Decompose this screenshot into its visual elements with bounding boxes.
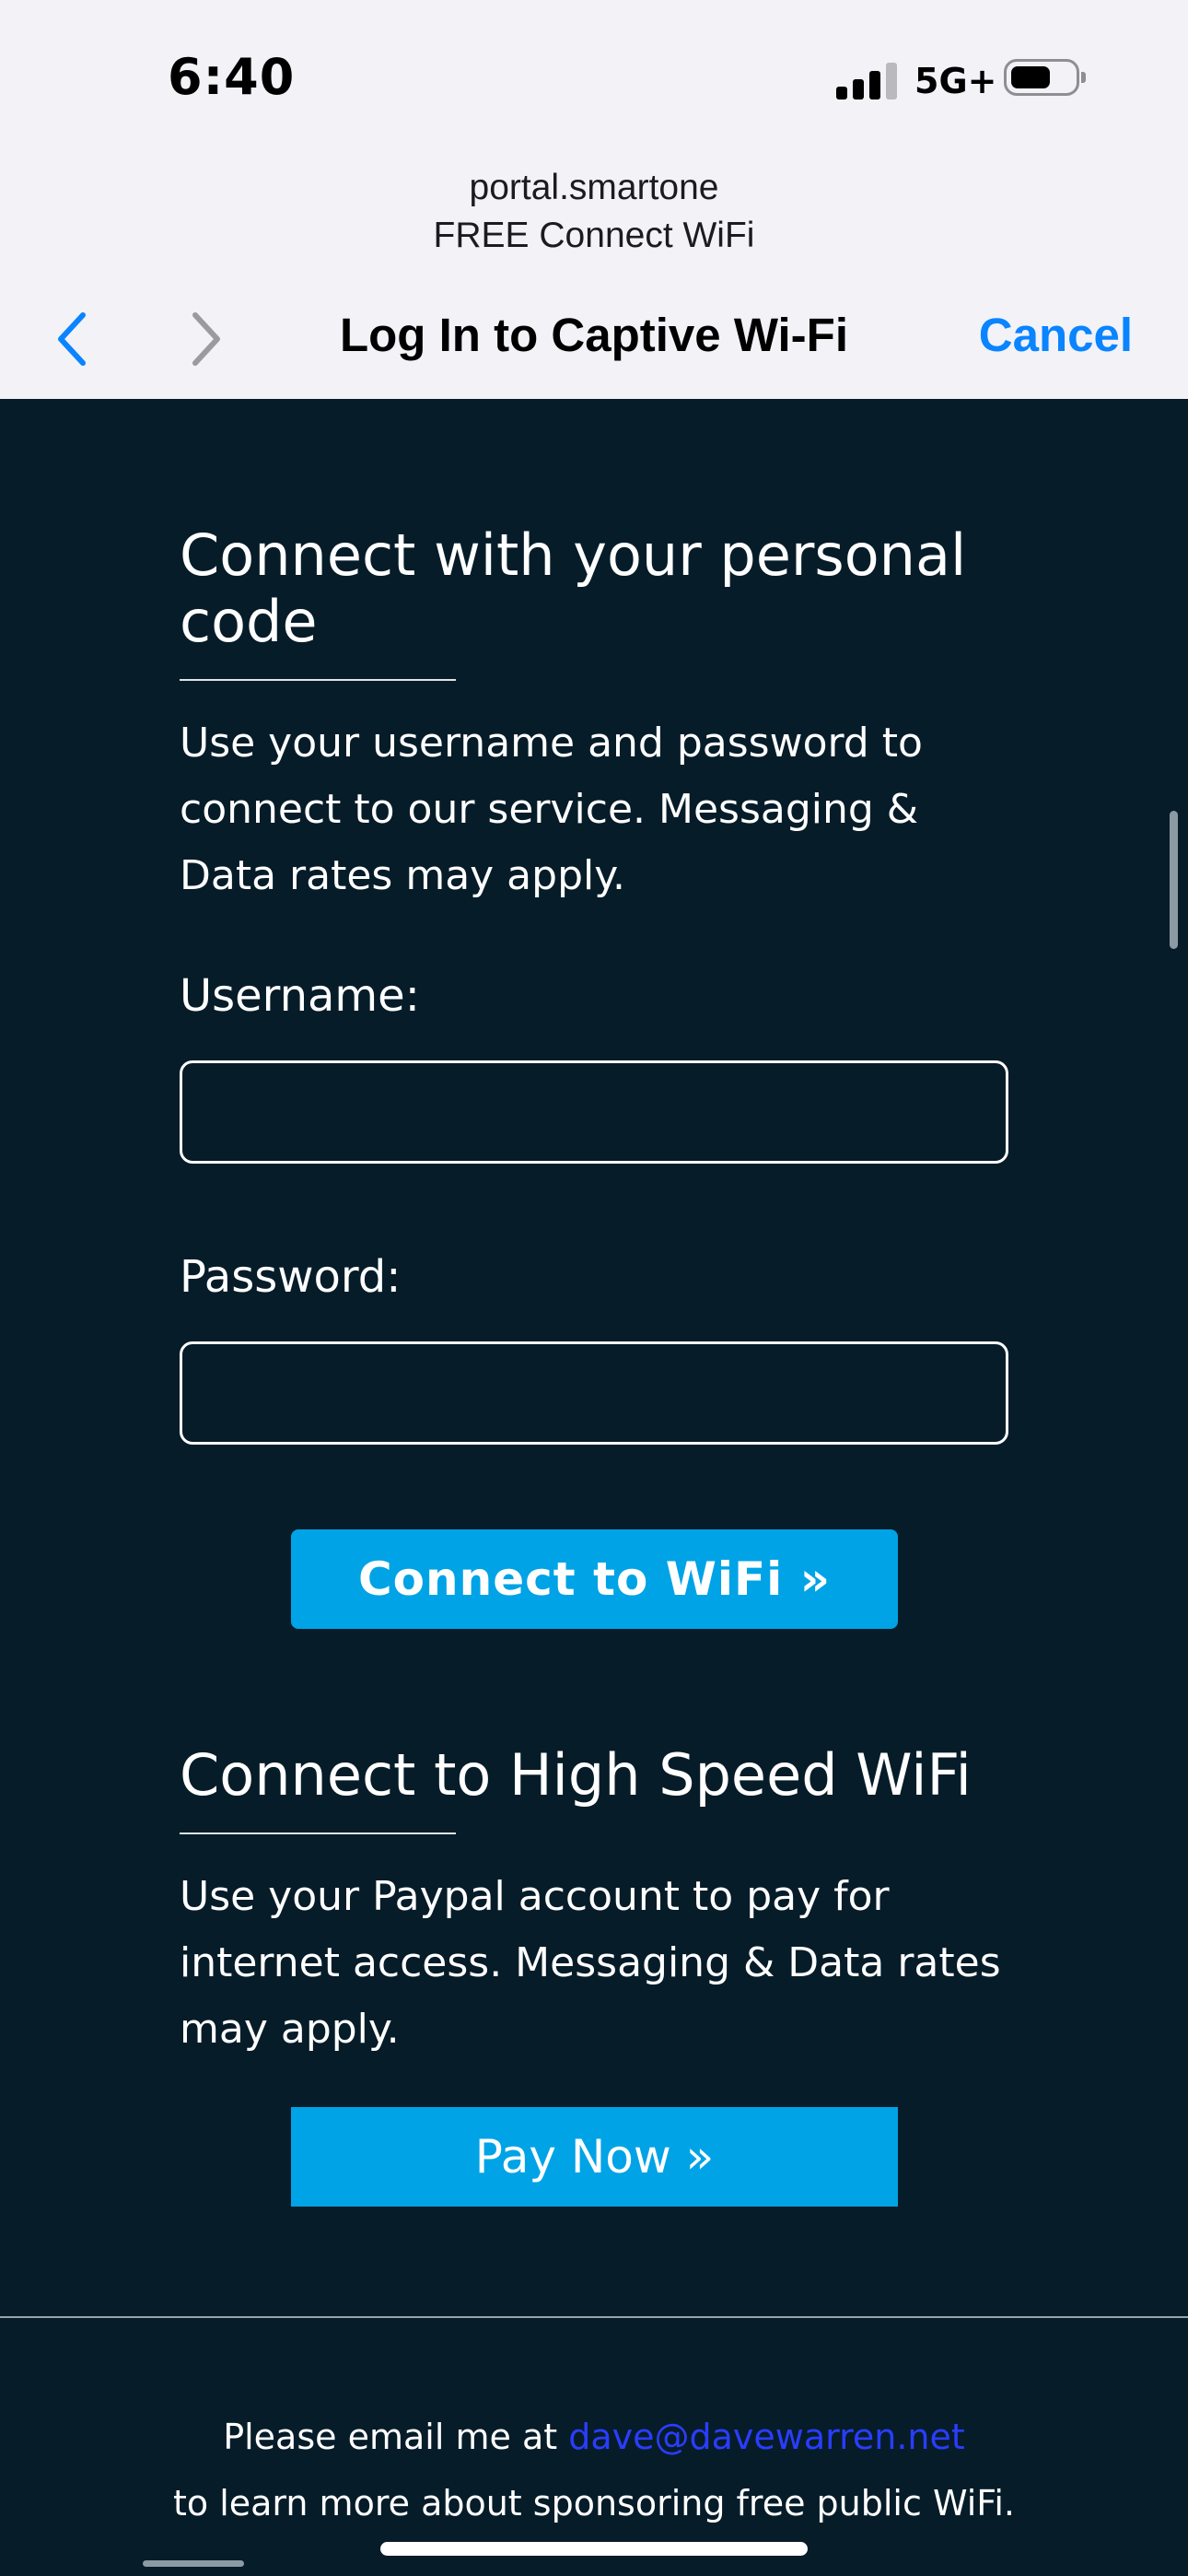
cancel-button[interactable]: Cancel	[979, 308, 1133, 362]
home-indicator[interactable]	[380, 2542, 808, 2556]
connect-to-wifi-button[interactable]: Connect to WiFi »	[291, 1529, 898, 1629]
footer-divider	[0, 2316, 1188, 2318]
portal-name: FREE Connect WiFi	[433, 216, 755, 255]
footer-text: Please email me at dave@davewarren.net to…	[0, 2404, 1188, 2536]
vertical-scrollbar[interactable]	[1170, 811, 1178, 949]
personal-code-heading: Connect with your personal code	[180, 521, 967, 655]
browser-header: 6:40 5G+ portal.smartone FREE Connect Wi…	[0, 0, 1188, 399]
heading-divider	[180, 1832, 456, 1834]
footer-text-after: to learn more about sponsoring free publ…	[172, 2483, 1015, 2523]
portal-host: portal.smartone	[469, 168, 719, 207]
heading-divider	[180, 679, 456, 681]
network-type: 5G+	[914, 61, 997, 101]
footer-text-before: Please email me at	[223, 2417, 569, 2457]
battery-level-fill	[1011, 66, 1050, 88]
battery-icon	[1004, 59, 1086, 96]
horizontal-scrollbar[interactable]	[143, 2560, 244, 2567]
email-link[interactable]: dave@davewarren.net	[568, 2417, 965, 2457]
password-input[interactable]	[180, 1341, 1008, 1445]
high-speed-description: Use your Paypal account to pay for inter…	[180, 1873, 1001, 2053]
cellular-signal-icon	[836, 61, 899, 100]
portal-content: Connect with your personal code Use your…	[0, 399, 1188, 2576]
username-label: Username:	[180, 970, 420, 1022]
personal-code-description: Use your username and password to connec…	[180, 720, 923, 899]
status-time: 6:40	[168, 48, 296, 106]
pay-now-button[interactable]: Pay Now »	[291, 2107, 898, 2207]
password-label: Password:	[180, 1251, 402, 1303]
username-input[interactable]	[180, 1060, 1008, 1164]
high-speed-heading: Connect to High Speed WiFi	[180, 1741, 972, 1809]
